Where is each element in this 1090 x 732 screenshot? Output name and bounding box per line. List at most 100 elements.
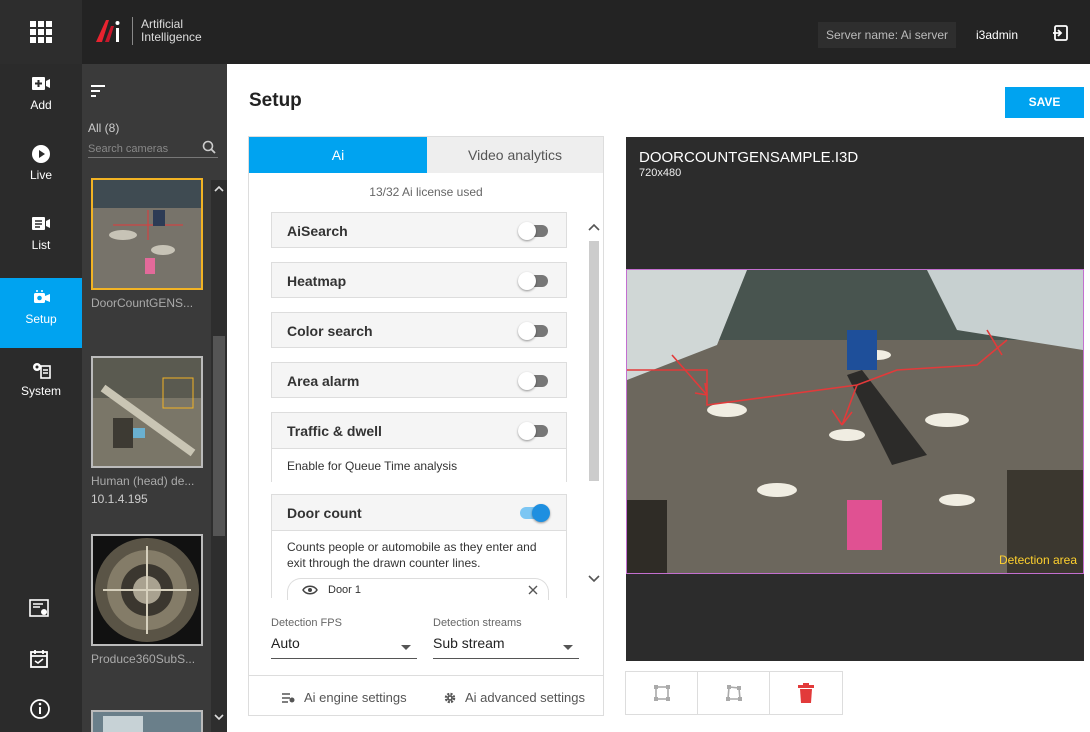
feature-name: Heatmap [287,273,347,289]
camera-search-input[interactable] [88,140,218,158]
calendar-icon[interactable] [28,648,52,670]
ai-logo-icon [96,20,120,42]
delete-button[interactable] [770,672,842,714]
draw-rectangle-button[interactable] [626,672,698,714]
draw-polygon-button[interactable] [698,672,770,714]
feature-desc-area: Counts people or automobile as they ente… [272,530,566,600]
scroll-down-icon[interactable] [214,712,224,722]
nav-label-system: System [20,384,61,398]
nav-label-list: List [31,238,51,252]
drawing-toolbar [625,671,843,715]
camera-preview-image [93,180,201,288]
scroll-thumb[interactable] [213,336,225,536]
search-icon[interactable] [202,140,216,154]
brand-logo: Artificial Intelligence [94,16,202,46]
logo-line-2: Intelligence [141,30,202,44]
camera-name: DoorCountGENS... [91,296,194,310]
camera-name: Human (head) de... [91,474,195,488]
feature-description: Enable for Queue Time analysis [287,459,458,473]
polygon-icon [725,685,742,701]
license-icon[interactable] [28,598,52,620]
heatmap-toggle[interactable] [518,272,548,290]
nav-live[interactable]: Live [0,134,82,204]
apps-grid-button[interactable] [0,0,82,64]
info-icon[interactable] [28,698,52,720]
top-bar: Artificial Intelligence Server name: Ai … [0,0,1090,64]
camera-list-panel: All (8) DoorCountGENS... Human (head) de… [82,64,227,732]
page-title: Setup [249,90,302,111]
video-title: DOORCOUNTGENSAMPLE.I3D [639,149,859,166]
nav-list[interactable]: List [0,204,82,274]
streams-value: Sub stream [433,635,505,651]
panel-footer: Ai engine settings Ai advanced settings [249,675,603,716]
camera-thumbnail[interactable] [91,178,203,290]
camera-thumbnail[interactable] [91,534,203,646]
video-preview: DOORCOUNTGENSAMPLE.I3D 720x480 Detection… [626,137,1084,661]
gear-icon [444,692,456,704]
user-name[interactable]: i3admin [976,28,1018,42]
logout-icon[interactable] [1052,24,1070,42]
camera-preview-image [93,712,201,732]
feature-door-count: Door count Counts people or automobile a… [271,494,567,600]
camera-scene-image [627,270,1083,573]
camera-thumbnail[interactable] [91,710,203,732]
camera-settings-icon [34,290,50,303]
feature-name: Color search [287,323,373,339]
camera-list-scrollbar[interactable] [211,180,227,732]
camera-count: All (8) [88,121,120,135]
feature-name: AiSearch [287,223,348,239]
license-usage: 13/32 Ai license used [369,185,483,199]
feature-name: Area alarm [287,373,360,389]
feature-aisearch: AiSearch [271,212,567,248]
list-icon [32,217,50,230]
system-icon [33,363,51,379]
chevron-down-icon [401,645,411,650]
door-label: Door 1 [328,584,362,596]
nav-label-add: Add [30,98,52,112]
ai-engine-settings-link[interactable]: Ai engine settings [304,690,407,705]
add-camera-icon [32,77,50,90]
streams-label: Detection streams [433,617,522,629]
feature-desc-area: Enable for Queue Time analysis [272,448,566,482]
nav-add[interactable]: Add [0,64,82,134]
scroll-up-icon[interactable] [214,184,224,194]
video-resolution: 720x480 [639,167,682,179]
ai-setup-panel: Ai Video analytics 13/32 Ai license used… [248,136,604,716]
logo-text: Artificial Intelligence [141,18,202,44]
delete-icon [798,683,814,703]
feature-traffic-dwell: Traffic & dwell Enable for Queue Time an… [271,412,567,482]
scroll-up-icon[interactable] [588,223,600,233]
traffic-dwell-toggle[interactable] [518,422,548,440]
streams-select[interactable]: Sub stream [433,635,579,659]
ai-advanced-settings-link[interactable]: Ai advanced settings [465,690,585,705]
nav-setup[interactable]: Setup [0,278,82,348]
camera-thumbnail[interactable] [91,356,203,468]
tab-ai[interactable]: Ai [249,137,427,173]
play-icon [32,145,50,163]
save-button[interactable]: SAVE [1005,87,1084,118]
sort-icon[interactable] [90,84,106,98]
detection-area-label: Detection area [998,553,1077,567]
feature-name: Door count [287,505,362,521]
video-frame[interactable]: Detection area [626,269,1084,574]
color-search-toggle[interactable] [518,322,548,340]
door-count-toggle[interactable] [518,504,550,522]
feature-area-alarm: Area alarm [271,362,567,398]
nav-system[interactable]: System [0,350,82,420]
tab-video-analytics[interactable]: Video analytics [427,137,603,173]
panel-scrollbar[interactable] [587,211,601,597]
nav-label-setup: Setup [25,312,57,326]
camera-ip: 10.1.4.195 [91,492,148,506]
scroll-thumb[interactable] [589,241,599,481]
feature-color-search: Color search [271,312,567,348]
area-alarm-toggle[interactable] [518,372,548,390]
engine-icon [282,693,295,703]
left-nav: Add Live List Setup System [0,64,82,732]
aisearch-toggle[interactable] [518,222,548,240]
close-icon[interactable] [528,585,538,595]
door-item[interactable]: Door 1 [287,578,549,600]
eye-icon[interactable] [302,584,318,596]
scroll-down-icon[interactable] [588,573,600,583]
fps-select[interactable]: Auto [271,635,417,659]
rectangle-icon [653,685,670,701]
